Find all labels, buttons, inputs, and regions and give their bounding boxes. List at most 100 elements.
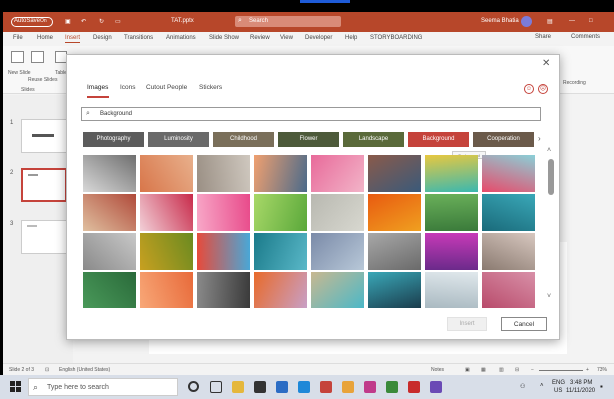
insert-button[interactable]: Insert <box>447 317 487 331</box>
input-region[interactable]: US <box>554 388 562 394</box>
share-button[interactable]: Share <box>535 34 551 40</box>
stock-image-thumbnail[interactable] <box>197 233 250 270</box>
spellcheck-icon[interactable]: ⊡ <box>45 367 49 373</box>
menu-transitions[interactable]: Transitions <box>124 35 153 41</box>
tab-icons[interactable]: Icons <box>120 84 136 91</box>
present-icon[interactable]: ▭ <box>115 18 121 25</box>
taskbar-search[interactable]: ⌕ Type here to search <box>28 378 178 396</box>
stock-image-thumbnail[interactable] <box>254 233 307 270</box>
stock-image-thumbnail[interactable] <box>482 194 535 231</box>
stock-image-thumbnail[interactable] <box>197 272 250 308</box>
stock-image-thumbnail[interactable] <box>368 272 421 308</box>
scrollbar-thumb[interactable] <box>548 159 554 195</box>
reuse-slides-icon[interactable] <box>31 51 44 63</box>
redo-icon[interactable]: ↻ <box>99 18 104 25</box>
clock-time[interactable]: 3:48 PM <box>570 380 592 386</box>
stock-image-thumbnail[interactable] <box>140 194 193 231</box>
menu-design[interactable]: Design <box>93 35 112 41</box>
stock-image-thumbnail[interactable] <box>254 272 307 308</box>
stock-image-thumbnail[interactable] <box>254 194 307 231</box>
language-status[interactable]: English (United States) <box>59 367 110 373</box>
zoom-level[interactable]: 73% <box>597 367 607 373</box>
stock-image-thumbnail[interactable] <box>425 155 478 192</box>
minimize-icon[interactable]: — <box>569 18 575 24</box>
stock-image-thumbnail[interactable] <box>482 272 535 308</box>
menu-file[interactable]: File <box>13 35 23 41</box>
stock-image-thumbnail[interactable] <box>425 233 478 270</box>
stock-image-thumbnail[interactable] <box>140 233 193 270</box>
notes-button[interactable]: Notes <box>431 367 444 373</box>
stock-image-thumbnail[interactable] <box>311 233 364 270</box>
excel-icon[interactable] <box>386 381 398 393</box>
menu-home[interactable]: Home <box>37 35 53 41</box>
tab-cutout-people[interactable]: Cutout People <box>146 84 187 91</box>
cortana-icon[interactable] <box>188 381 199 392</box>
chevron-up-icon[interactable]: ˄ <box>540 383 544 389</box>
category-chip-photography[interactable]: Photography <box>83 132 144 147</box>
title-search-box[interactable]: ⌕ Search <box>235 16 341 27</box>
tab-stickers[interactable]: Stickers <box>199 84 222 91</box>
feedback-icon[interactable]: ☹ <box>538 84 548 94</box>
people-icon[interactable]: ⚇ <box>520 383 525 390</box>
stock-image-thumbnail[interactable] <box>482 155 535 192</box>
category-chip-flower[interactable]: Flower <box>278 132 339 147</box>
clock-date[interactable]: 11/11/2020 <box>566 388 595 394</box>
chevron-down-icon[interactable]: ˅ <box>547 293 551 300</box>
normal-view-icon[interactable]: ▣ <box>465 367 470 373</box>
chevron-up-icon[interactable]: ˄ <box>547 147 551 154</box>
sorter-view-icon[interactable]: ▦ <box>481 367 486 373</box>
windows-start-icon[interactable] <box>10 381 22 393</box>
slide-thumbnail-3[interactable] <box>21 220 67 254</box>
menu-slide-show[interactable]: Slide Show <box>209 35 239 41</box>
powerpoint-app-icon[interactable] <box>320 381 332 393</box>
ribbon-display-icon[interactable]: ▤ <box>547 18 553 25</box>
notification-icon[interactable]: ▪ <box>600 382 603 391</box>
zoom-in-icon[interactable]: + <box>586 367 589 373</box>
avatar[interactable] <box>521 16 532 27</box>
cancel-button[interactable]: Cancel <box>501 317 547 331</box>
input-language[interactable]: ENG <box>552 380 565 386</box>
menu-help[interactable]: Help <box>345 35 357 41</box>
category-chip-background[interactable]: Background <box>408 132 469 147</box>
stock-image-thumbnail[interactable] <box>83 233 136 270</box>
slideshow-icon[interactable]: ⊟ <box>515 367 519 373</box>
stock-image-thumbnail[interactable] <box>425 272 478 308</box>
stock-image-thumbnail[interactable] <box>425 194 478 231</box>
stock-image-thumbnail[interactable] <box>311 194 364 231</box>
stock-image-thumbnail[interactable] <box>83 194 136 231</box>
menu-developer[interactable]: Developer <box>305 35 332 41</box>
search-input[interactable]: ⌕ Background <box>81 107 541 121</box>
category-chip-childhood[interactable]: Childhood <box>213 132 274 147</box>
smiley-icon[interactable]: ☺ <box>524 84 534 94</box>
stock-image-thumbnail[interactable] <box>140 272 193 308</box>
category-chip-landscape[interactable]: Landscape <box>343 132 404 147</box>
stock-image-thumbnail[interactable] <box>254 155 307 192</box>
zoom-out-icon[interactable]: − <box>531 367 534 373</box>
undo-icon[interactable]: ↶ <box>81 18 86 25</box>
stock-image-thumbnail[interactable] <box>197 155 250 192</box>
stock-image-thumbnail[interactable] <box>311 272 364 308</box>
stock-image-thumbnail[interactable] <box>368 233 421 270</box>
edge-icon[interactable] <box>298 381 310 393</box>
maximize-icon[interactable]: □ <box>589 18 593 24</box>
file-explorer-icon[interactable] <box>232 381 244 393</box>
menu-animations[interactable]: Animations <box>166 35 196 41</box>
comments-button[interactable]: Comments <box>571 34 600 40</box>
reuse-slides-label[interactable]: Reuse Slides <box>28 77 57 83</box>
store-icon[interactable] <box>254 381 266 393</box>
slide-thumbnail-1[interactable] <box>21 119 67 153</box>
stock-image-thumbnail[interactable] <box>311 155 364 192</box>
recording-label[interactable]: Recording <box>563 80 586 86</box>
close-icon[interactable]: ✕ <box>542 58 550 69</box>
stock-image-thumbnail[interactable] <box>83 155 136 192</box>
save-icon[interactable]: ▣ <box>65 18 71 25</box>
stock-image-thumbnail[interactable] <box>368 155 421 192</box>
menu-insert[interactable]: Insert <box>65 35 81 43</box>
office-icon[interactable] <box>408 381 420 393</box>
scrollbar[interactable]: ˄ ˅ <box>547 147 555 307</box>
menu-view[interactable]: View <box>280 35 293 41</box>
menu-storyboarding[interactable]: STORYBOARDING <box>370 35 422 41</box>
teams-icon[interactable] <box>430 381 442 393</box>
reading-view-icon[interactable]: ▥ <box>499 367 504 373</box>
app-icon[interactable] <box>364 381 376 393</box>
